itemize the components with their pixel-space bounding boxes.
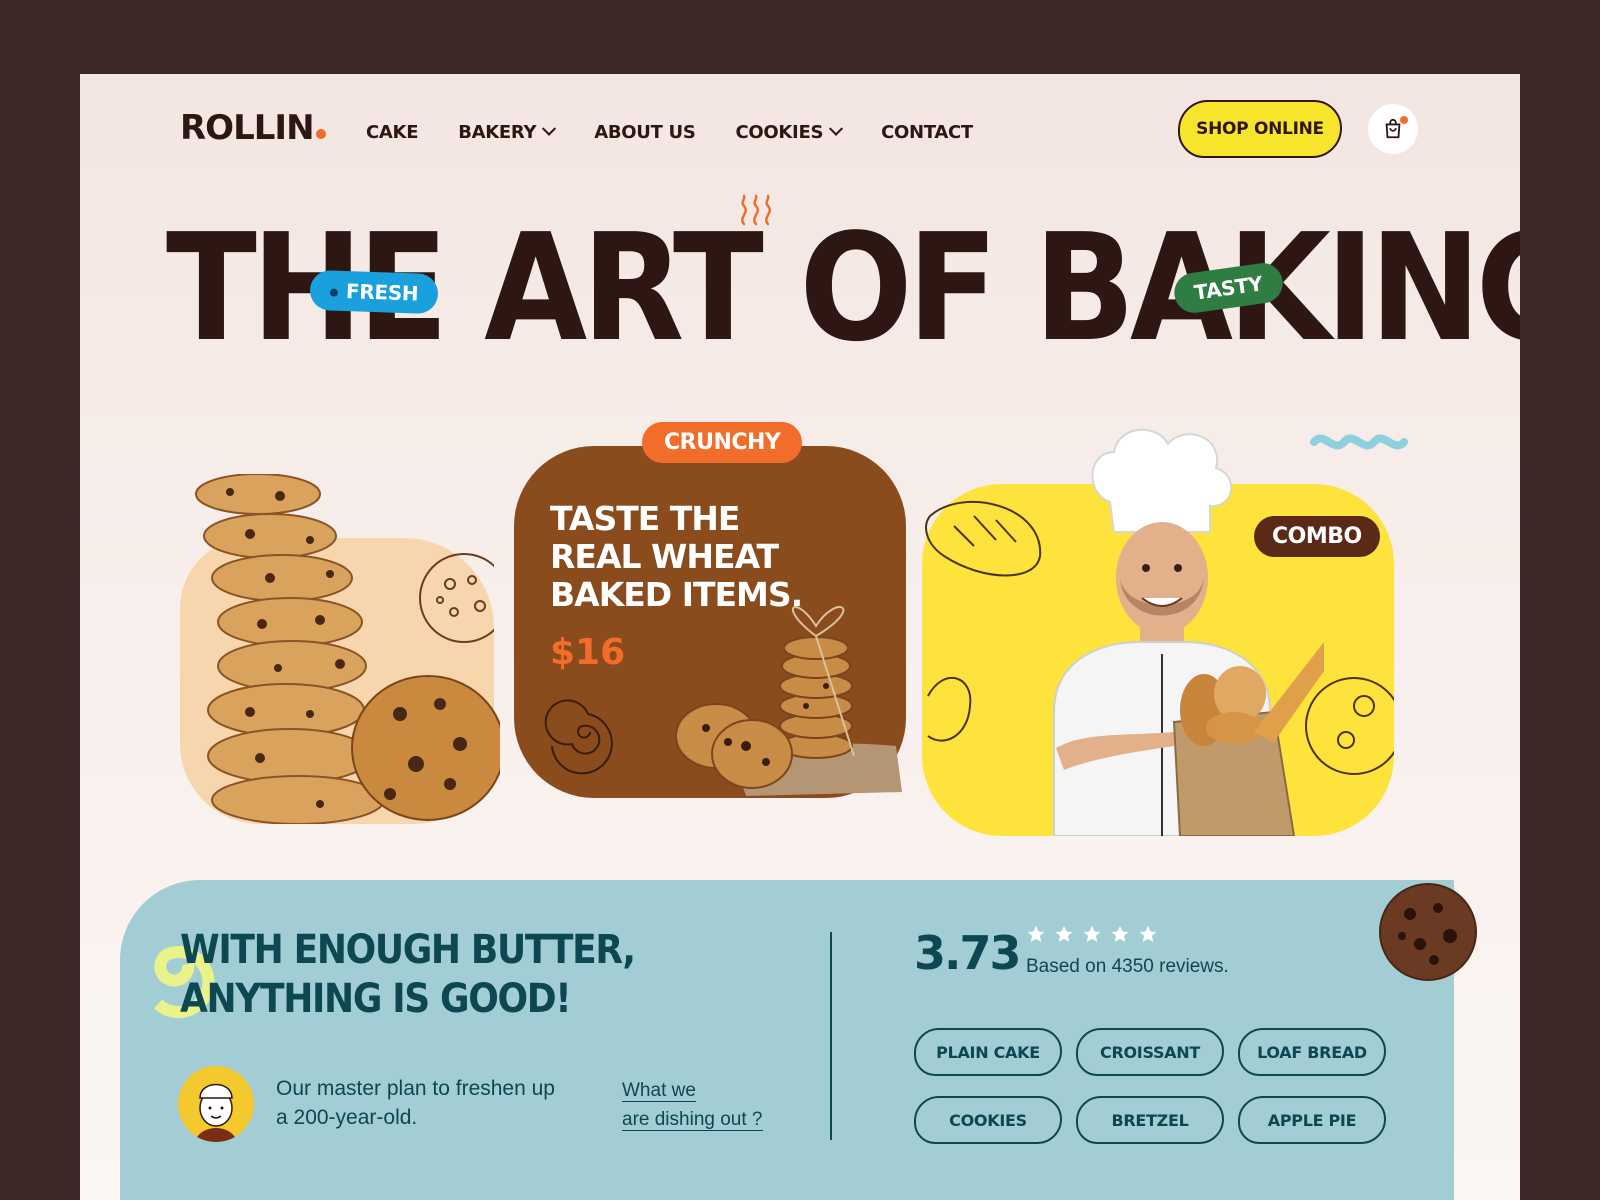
star-rating xyxy=(1026,924,1158,944)
motto-line-1: WITH ENOUGH BUTTER, xyxy=(180,927,636,973)
crunchy-tag: CRUNCHY xyxy=(642,422,803,463)
link-line-2: are dishing out ? xyxy=(622,1109,763,1132)
nav-label: ABOUT US xyxy=(594,122,696,143)
baker-avatar-icon xyxy=(195,1083,237,1142)
squiggle-decoration xyxy=(1310,434,1408,450)
chevron-down-icon xyxy=(829,121,844,136)
reviews-count: Based on 4350 reviews. xyxy=(1026,956,1229,977)
chevron-down-icon xyxy=(542,121,557,136)
motto-line-2: ANYTHING IS GOOD! xyxy=(180,975,572,1022)
tag-bullet xyxy=(329,287,339,297)
taste-card-price: $16 xyxy=(550,632,626,673)
chip-bretzel[interactable]: BRETZEL xyxy=(1076,1096,1224,1144)
cart-button[interactable] xyxy=(1368,104,1418,154)
plan-text: Our master plan to freshen up a 200-year… xyxy=(276,1077,555,1130)
star-icon xyxy=(1083,925,1101,942)
combo-tag: COMBO xyxy=(1254,516,1380,557)
star-icon xyxy=(1027,925,1045,942)
chip-cookies[interactable]: COOKIES xyxy=(914,1096,1062,1144)
chip-apple-pie[interactable]: APPLE PIE xyxy=(1238,1096,1386,1144)
nav-item-contact[interactable]: CONTACT xyxy=(881,122,973,143)
avatar xyxy=(178,1066,254,1142)
fresh-tag-label: FRESH xyxy=(345,279,419,306)
cookie-doodle xyxy=(419,553,494,643)
chip-croissant[interactable]: CROISSANT xyxy=(1076,1028,1224,1076)
page-frame: ROLLIN CAKE BAKERY ABOUT US COOKIES CONT… xyxy=(80,74,1520,1200)
logo-text: ROLLIN xyxy=(180,108,315,148)
motto-heading: WITH ENOUGH BUTTER, ANYTHING IS GOOD! xyxy=(180,926,636,1024)
rating-score: 3.73 xyxy=(914,926,1021,980)
main-nav: CAKE BAKERY ABOUT US COOKIES CONTACT xyxy=(366,121,973,143)
chip-plain-cake[interactable]: PLAIN CAKE xyxy=(914,1028,1062,1076)
dishing-out-link[interactable]: What we are dishing out ? xyxy=(622,1076,782,1135)
nav-label: COOKIES xyxy=(735,122,824,143)
cookie-stack-image xyxy=(195,474,500,824)
fresh-tag: FRESH xyxy=(309,269,440,315)
category-chips: PLAIN CAKE CROISSANT LOAF BREAD COOKIES … xyxy=(914,1028,1394,1144)
panel-divider xyxy=(830,932,832,1140)
star-icon xyxy=(1139,925,1157,942)
nav-item-cookies[interactable]: COOKIES xyxy=(735,121,844,143)
nav-item-bakery[interactable]: BAKERY xyxy=(458,121,557,143)
nav-label: CONTACT xyxy=(881,122,973,143)
nav-item-cake[interactable]: CAKE xyxy=(366,122,418,143)
nav-label: CAKE xyxy=(366,122,419,143)
chef-with-bread-image xyxy=(1053,428,1324,836)
nav-label: BAKERY xyxy=(458,122,537,143)
chocolate-cookie-image xyxy=(1379,883,1477,981)
nav-item-about-us[interactable]: ABOUT US xyxy=(594,122,696,143)
star-icon xyxy=(1111,925,1129,942)
logo-dot xyxy=(315,129,326,139)
star-icon xyxy=(1055,925,1073,942)
link-line-1: What we xyxy=(622,1080,696,1102)
chip-loaf-bread[interactable]: LOAF BREAD xyxy=(1238,1028,1386,1076)
tied-cookies-image xyxy=(675,606,902,796)
cinnamon-roll-doodle xyxy=(544,699,613,775)
shop-online-button[interactable]: SHOP ONLINE xyxy=(1178,100,1342,158)
logo[interactable]: ROLLIN xyxy=(180,108,326,148)
cart-notification-dot xyxy=(1400,116,1408,124)
